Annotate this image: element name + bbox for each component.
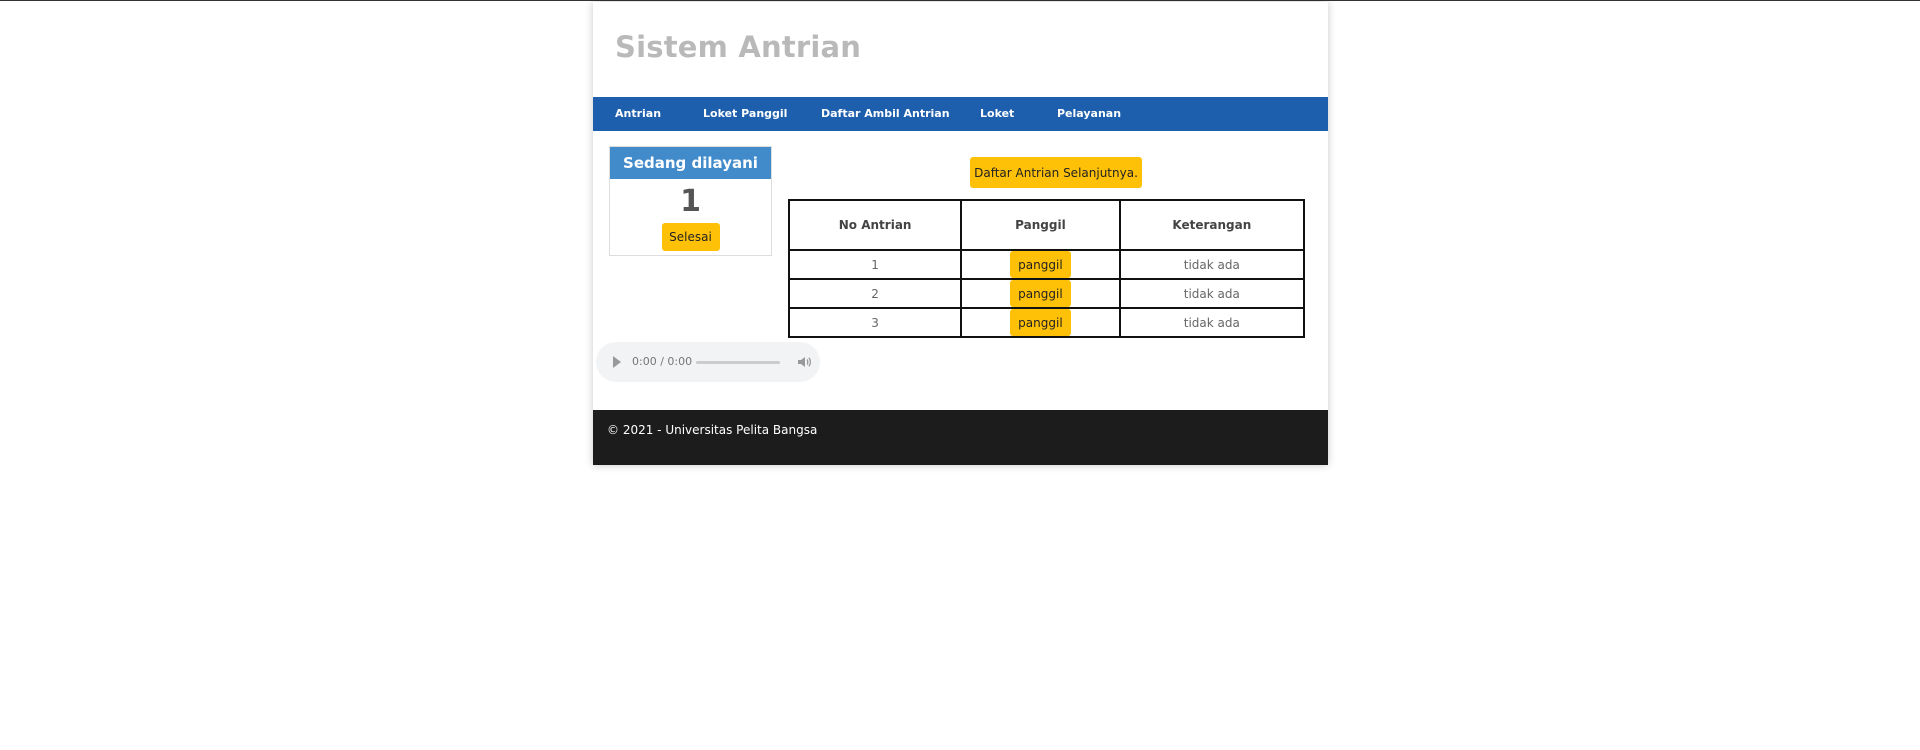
- finish-button[interactable]: Selesai: [661, 223, 720, 251]
- now-serving-heading: Sedang dilayani: [610, 147, 771, 179]
- audio-progress-track[interactable]: [696, 361, 780, 364]
- table-row: 3 panggil tidak ada: [787, 307, 1306, 338]
- audio-player: 0:00 / 0:00: [596, 342, 820, 382]
- queue-number-cell: 2: [787, 278, 963, 309]
- nav-item-loket-panggil[interactable]: Loket Panggil: [703, 97, 787, 131]
- call-button[interactable]: panggil: [1009, 309, 1071, 336]
- now-serving-number: 1: [680, 184, 701, 219]
- nav-item-pelayanan[interactable]: Pelayanan: [1057, 97, 1121, 131]
- audio-time: 0:00 / 0:00: [632, 355, 693, 368]
- now-serving-panel: Sedang dilayani 1 Selesai: [609, 146, 772, 256]
- queue-table: No Antrian Panggil Keterangan 1 panggil …: [787, 199, 1306, 338]
- site-title: Sistem Antrian: [615, 30, 862, 64]
- note-cell: tidak ada: [1118, 278, 1306, 309]
- table-row: 2 panggil tidak ada: [787, 278, 1306, 309]
- column-header-keterangan: Keterangan: [1118, 199, 1306, 251]
- main-navbar: Antrian Loket Panggil Daftar Ambil Antri…: [593, 97, 1328, 131]
- play-icon[interactable]: [613, 356, 621, 368]
- footer-copyright: © 2021 - Universitas Pelita Bangsa: [607, 423, 818, 437]
- page-container: Sistem Antrian Antrian Loket Panggil Daf…: [593, 2, 1328, 465]
- table-row: 1 panggil tidak ada: [787, 249, 1306, 280]
- next-queue-button[interactable]: Daftar Antrian Selanjutnya.: [970, 157, 1142, 188]
- call-cell: panggil: [960, 249, 1121, 280]
- column-header-panggil: Panggil: [960, 199, 1121, 251]
- call-cell: panggil: [960, 278, 1121, 309]
- page-footer: © 2021 - Universitas Pelita Bangsa: [593, 410, 1328, 465]
- nav-item-daftar-ambil-antrian[interactable]: Daftar Ambil Antrian: [821, 97, 950, 131]
- volume-icon[interactable]: [796, 354, 812, 370]
- column-header-no-antrian: No Antrian: [787, 199, 963, 251]
- note-cell: tidak ada: [1118, 307, 1306, 338]
- nav-item-loket[interactable]: Loket: [980, 97, 1014, 131]
- table-header-row: No Antrian Panggil Keterangan: [787, 199, 1306, 251]
- nav-item-antrian[interactable]: Antrian: [615, 97, 661, 131]
- note-cell: tidak ada: [1118, 249, 1306, 280]
- call-button[interactable]: panggil: [1009, 280, 1071, 307]
- call-cell: panggil: [960, 307, 1121, 338]
- queue-number-cell: 3: [787, 307, 963, 338]
- queue-number-cell: 1: [787, 249, 963, 280]
- call-button[interactable]: panggil: [1009, 251, 1071, 278]
